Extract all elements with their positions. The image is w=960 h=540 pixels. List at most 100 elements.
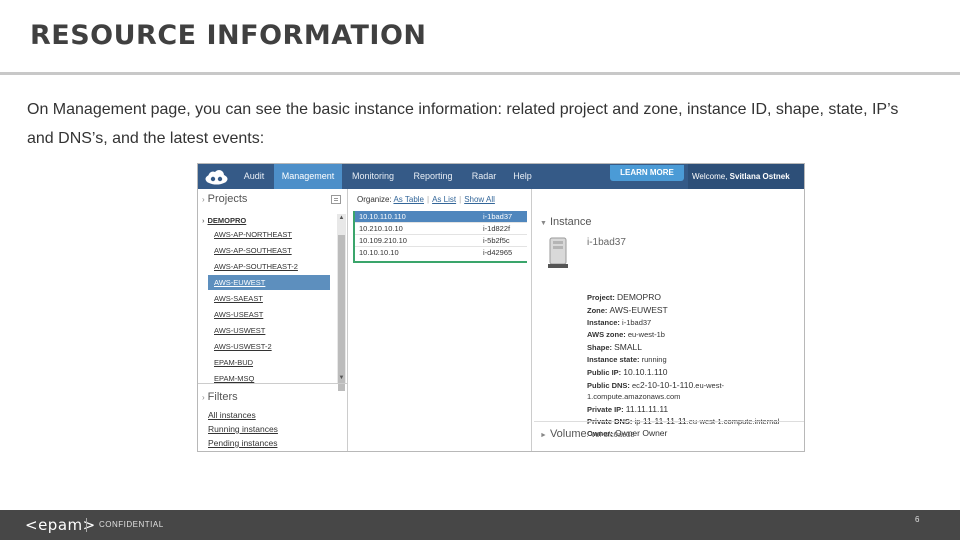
title-rule: [0, 72, 960, 75]
field-value: 10.10.1.110: [623, 367, 668, 377]
projects-scrollbar[interactable]: ▲ ▼: [337, 214, 346, 391]
show-all-link[interactable]: Show All: [464, 195, 495, 204]
chevron-right-icon: ›: [202, 393, 205, 402]
footer: <epam> CONFIDENTIAL 6: [0, 510, 960, 540]
learn-more-button[interactable]: LEARN MORE: [610, 165, 684, 181]
field-key: Instance state:: [587, 355, 640, 364]
field-public-dns: Public DNS: ec2-10-10-1-110.eu-west-: [587, 380, 724, 390]
scroll-down-arrow-icon[interactable]: ▼: [337, 375, 346, 381]
projects-panel: › Projects › DEMOPRO AWS-AP-NORTHEAST AWS-…: [198, 189, 348, 451]
tree-item-region-selected[interactable]: AWS-EUWEST: [208, 275, 330, 290]
filter-pending-instances[interactable]: Pending instances: [208, 438, 277, 448]
tree-item-region[interactable]: AWS-SAEAST: [208, 291, 330, 306]
instance-name: i-1bad37: [587, 237, 626, 248]
field-value: running: [641, 355, 667, 364]
tree-item-region[interactable]: AWS-USEAST: [208, 307, 330, 322]
field-key: Zone:: [587, 306, 608, 315]
tree-root-demopro[interactable]: › DEMOPRO: [202, 216, 246, 225]
table-row[interactable]: 10.109.210.10 i-5b2f5c: [355, 235, 527, 247]
field-private-ip: Private IP: 11.11.11.11: [587, 404, 668, 414]
tree-item-region[interactable]: AWS-AP-NORTHEAST: [208, 227, 330, 242]
volume-id: : Vol-3fc0ae38: [586, 430, 635, 439]
field-value: .eu-west-: [693, 381, 725, 390]
field-key: Shape:: [587, 343, 613, 352]
server-icon: [548, 237, 568, 268]
nav-tab-help[interactable]: Help: [505, 164, 540, 189]
as-table-link[interactable]: As Table: [393, 195, 424, 204]
welcome-user[interactable]: Welcome, Svitlana Ostnek: [688, 164, 804, 189]
nav-tab-audit[interactable]: Audit: [234, 164, 274, 189]
instance-id: i-5b2f5c: [483, 236, 510, 245]
field-key: AWS zone:: [587, 330, 626, 339]
nav-tab-monitoring[interactable]: Monitoring: [344, 164, 402, 189]
project-root-label: DEMOPRO: [207, 216, 247, 225]
scroll-thumb[interactable]: [338, 235, 345, 391]
field-public-ip: Public IP: 10.10.1.110: [587, 367, 668, 377]
field-value: 2-10-10-1-110: [639, 380, 694, 390]
as-list-link[interactable]: As List: [432, 195, 456, 204]
field-value: DEMOPRO: [617, 292, 661, 302]
field-zone: Zone: AWS-EUWEST: [587, 305, 668, 315]
instance-ip: 10.10.110.110: [359, 212, 406, 221]
instance-id: i-1d822f: [483, 224, 511, 233]
field-shape: Shape: SMALL: [587, 342, 642, 352]
field-key: Public IP:: [587, 368, 622, 377]
field-value: SMALL: [614, 342, 642, 352]
filter-running-instances[interactable]: Running instances: [208, 424, 278, 434]
field-value: eu-west-1b: [627, 330, 665, 339]
slide-title: RESOURCE INFORMATION: [30, 20, 427, 51]
chevron-right-icon: ›: [202, 195, 205, 204]
cloud-logo-icon[interactable]: [204, 169, 229, 185]
confidential-label: CONFIDENTIAL: [99, 520, 164, 529]
chevron-down-icon: ▼: [540, 220, 547, 227]
nav-tab-reporting[interactable]: Reporting: [405, 164, 461, 189]
app-screenshot: Audit Management Monitoring Reporting Ra…: [197, 163, 805, 452]
field-project: Project: DEMOPRO: [587, 292, 661, 302]
filter-all-instances[interactable]: All instances: [208, 410, 256, 420]
field-public-dns-cont: 1.compute.amazonaws.com: [587, 392, 681, 401]
instances-panel: Organize: As Table | As List | Show All 10.1…: [349, 189, 532, 451]
field-key: Private IP:: [587, 405, 624, 414]
footer-divider: [86, 518, 87, 532]
nav-tab-management[interactable]: Management: [274, 164, 342, 189]
table-row[interactable]: 10.10.10.10 i-d42965: [355, 247, 527, 259]
field-value: i-1bad37: [622, 318, 652, 327]
instance-header[interactable]: ▼ Instance: [540, 216, 592, 228]
nav-tab-radar[interactable]: Radar: [463, 164, 505, 189]
table-row[interactable]: 10.210.10.10 i-1d822f: [355, 223, 527, 235]
instance-detail-panel: ▼ Instance i-1bad37 Project: DEMOPRO Zone…: [534, 189, 804, 451]
list-view-icon[interactable]: [331, 195, 341, 204]
page-number: 6: [915, 515, 920, 524]
field-value: AWS-EUWEST: [609, 305, 668, 315]
field-key: Project:: [587, 293, 615, 302]
instance-ip: 10.10.10.10: [359, 248, 399, 257]
tree-item-region[interactable]: AWS-AP-SOUTHEAST-2: [208, 259, 330, 274]
instance-id: i-1bad37: [483, 212, 513, 221]
filters-header[interactable]: › Filters: [202, 391, 238, 403]
field-aws-zone: AWS zone: eu-west-1b: [587, 330, 665, 339]
table-row-selected[interactable]: 10.10.110.110 i-1bad37: [355, 211, 527, 223]
field-value: ec: [632, 381, 640, 390]
filters-divider: [198, 383, 348, 384]
instance-ip: 10.109.210.10: [359, 236, 407, 245]
projects-title: Projects: [207, 193, 248, 205]
scroll-up-arrow-icon[interactable]: ▲: [337, 215, 346, 221]
projects-header[interactable]: › Projects: [202, 193, 247, 205]
tree-item-region[interactable]: AWS-AP-SOUTHEAST: [208, 243, 330, 258]
tree-item-region[interactable]: AWS-USWEST-2: [208, 339, 330, 354]
chevron-right-icon: ›: [202, 216, 205, 225]
tree-item-region[interactable]: AWS-USWEST: [208, 323, 330, 338]
organize-bar: Organize: As Table | As List | Show All: [357, 195, 495, 204]
volume-header[interactable]: ► Volume: Vol-3fc0ae38: [540, 428, 635, 440]
tree-item-region[interactable]: EPAM-BUD: [208, 355, 330, 370]
instance-ip: 10.210.10.10: [359, 224, 403, 233]
instances-table: 10.10.110.110 i-1bad37 10.210.10.10 i-1d…: [353, 211, 527, 263]
separator: |: [427, 195, 430, 204]
app-nav: Audit Management Monitoring Reporting Ra…: [198, 164, 804, 189]
instance-id: i-d42965: [483, 248, 513, 257]
volume-title: Volume: [549, 428, 587, 440]
separator: |: [459, 195, 462, 204]
organize-label: Organize:: [357, 195, 392, 204]
volume-section: ► Volume: Vol-3fc0ae38: [534, 421, 804, 451]
field-instance: Instance: i-1bad37: [587, 318, 651, 327]
